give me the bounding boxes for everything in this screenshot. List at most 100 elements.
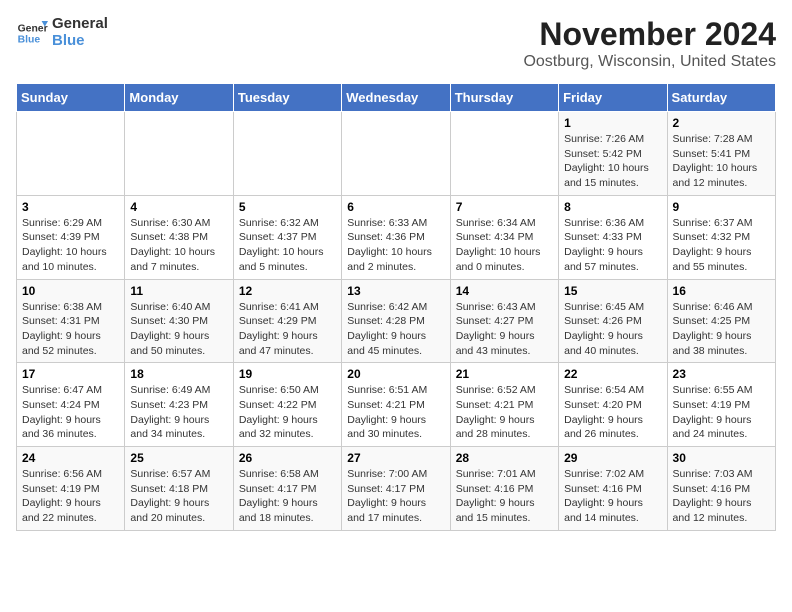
day-number: 20 — [347, 367, 444, 381]
calendar-cell: 14Sunrise: 6:43 AM Sunset: 4:27 PM Dayli… — [450, 279, 558, 363]
day-number: 12 — [239, 284, 336, 298]
header-cell-friday: Friday — [559, 84, 667, 112]
day-info: Sunrise: 6:40 AM Sunset: 4:30 PM Dayligh… — [130, 300, 227, 359]
logo: General Blue General Blue — [16, 16, 108, 49]
calendar-cell: 26 Sunrise: 6:58 AM Sunset: 4:17 PM Dayli… — [233, 447, 341, 531]
calendar-cell: 2Sunrise: 7:28 AM Sunset: 5:41 PM Daylig… — [667, 112, 775, 196]
day-number: 25 — [130, 451, 227, 465]
logo-line2: Blue — [52, 33, 108, 50]
subtitle: Oostburg, Wisconsin, United States — [523, 53, 776, 71]
calendar-cell: 9 Sunrise: 6:37 AM Sunset: 4:32 PM Daylig… — [667, 195, 775, 279]
calendar-week-4: 17 Sunrise: 6:47 AM Sunset: 4:24 PM Dayli… — [17, 363, 776, 447]
header-row: SundayMondayTuesdayWednesdayThursdayFrid… — [17, 84, 776, 112]
day-info: Sunrise: 7:02 AM Sunset: 4:16 PM Dayligh… — [564, 467, 661, 526]
calendar-table: SundayMondayTuesdayWednesdayThursdayFrid… — [16, 83, 776, 531]
day-info: Sunrise: 6:54 AM Sunset: 4:20 PM Dayligh… — [564, 383, 661, 442]
day-info: Sunrise: 6:45 AM Sunset: 4:26 PM Dayligh… — [564, 300, 661, 359]
day-info: Sunrise: 6:36 AM Sunset: 4:33 PM Dayligh… — [564, 216, 661, 275]
header-cell-saturday: Saturday — [667, 84, 775, 112]
day-info: Sunrise: 7:01 AM Sunset: 4:16 PM Dayligh… — [456, 467, 553, 526]
header-cell-monday: Monday — [125, 84, 233, 112]
day-info: Sunrise: 6:57 AM Sunset: 4:18 PM Dayligh… — [130, 467, 227, 526]
day-number: 21 — [456, 367, 553, 381]
day-number: 13 — [347, 284, 444, 298]
title-section: November 2024 Oostburg, Wisconsin, Unite… — [523, 16, 776, 71]
calendar-cell — [233, 112, 341, 196]
svg-text:Blue: Blue — [18, 34, 41, 45]
day-number: 19 — [239, 367, 336, 381]
calendar-cell: 25 Sunrise: 6:57 AM Sunset: 4:18 PM Dayli… — [125, 447, 233, 531]
day-info: Sunrise: 6:47 AM Sunset: 4:24 PM Dayligh… — [22, 383, 119, 442]
calendar-cell — [450, 112, 558, 196]
calendar-cell: 16 Sunrise: 6:46 AM Sunset: 4:25 PM Dayli… — [667, 279, 775, 363]
day-info: Sunrise: 6:50 AM Sunset: 4:22 PM Dayligh… — [239, 383, 336, 442]
calendar-cell: 23Sunrise: 6:55 AM Sunset: 4:19 PM Dayli… — [667, 363, 775, 447]
day-number: 16 — [673, 284, 770, 298]
calendar-header: SundayMondayTuesdayWednesdayThursdayFrid… — [17, 84, 776, 112]
day-info: Sunrise: 6:32 AM Sunset: 4:37 PM Dayligh… — [239, 216, 336, 275]
calendar-cell: 20 Sunrise: 6:51 AM Sunset: 4:21 PM Dayli… — [342, 363, 450, 447]
day-number: 3 — [22, 200, 119, 214]
day-info: Sunrise: 7:26 AM Sunset: 5:42 PM Dayligh… — [564, 132, 661, 191]
calendar-cell — [125, 112, 233, 196]
day-number: 22 — [564, 367, 661, 381]
header-cell-thursday: Thursday — [450, 84, 558, 112]
calendar-cell: 27 Sunrise: 7:00 AM Sunset: 4:17 PM Dayli… — [342, 447, 450, 531]
calendar-week-5: 24 Sunrise: 6:56 AM Sunset: 4:19 PM Dayli… — [17, 447, 776, 531]
day-info: Sunrise: 6:49 AM Sunset: 4:23 PM Dayligh… — [130, 383, 227, 442]
day-number: 7 — [456, 200, 553, 214]
day-number: 9 — [673, 200, 770, 214]
calendar-cell: 5 Sunrise: 6:32 AM Sunset: 4:37 PM Daylig… — [233, 195, 341, 279]
day-number: 24 — [22, 451, 119, 465]
calendar-cell: 30 Sunrise: 7:03 AM Sunset: 4:16 PM Dayli… — [667, 447, 775, 531]
day-number: 26 — [239, 451, 336, 465]
day-number: 27 — [347, 451, 444, 465]
day-number: 30 — [673, 451, 770, 465]
calendar-cell: 29 Sunrise: 7:02 AM Sunset: 4:16 PM Dayli… — [559, 447, 667, 531]
calendar-cell: 22 Sunrise: 6:54 AM Sunset: 4:20 PM Dayli… — [559, 363, 667, 447]
day-number: 17 — [22, 367, 119, 381]
calendar-cell: 18Sunrise: 6:49 AM Sunset: 4:23 PM Dayli… — [125, 363, 233, 447]
calendar-cell: 28 Sunrise: 7:01 AM Sunset: 4:16 PM Dayli… — [450, 447, 558, 531]
day-info: Sunrise: 6:46 AM Sunset: 4:25 PM Dayligh… — [673, 300, 770, 359]
day-info: Sunrise: 6:58 AM Sunset: 4:17 PM Dayligh… — [239, 467, 336, 526]
day-number: 4 — [130, 200, 227, 214]
day-info: Sunrise: 6:29 AM Sunset: 4:39 PM Dayligh… — [22, 216, 119, 275]
calendar-cell: 11 Sunrise: 6:40 AM Sunset: 4:30 PM Dayli… — [125, 279, 233, 363]
header-cell-sunday: Sunday — [17, 84, 125, 112]
header-cell-wednesday: Wednesday — [342, 84, 450, 112]
calendar-cell: 15 Sunrise: 6:45 AM Sunset: 4:26 PM Dayli… — [559, 279, 667, 363]
day-info: Sunrise: 7:00 AM Sunset: 4:17 PM Dayligh… — [347, 467, 444, 526]
calendar-cell: 1Sunrise: 7:26 AM Sunset: 5:42 PM Daylig… — [559, 112, 667, 196]
day-number: 15 — [564, 284, 661, 298]
day-number: 29 — [564, 451, 661, 465]
day-number: 6 — [347, 200, 444, 214]
logo-line1: General — [52, 16, 108, 33]
calendar-week-2: 3 Sunrise: 6:29 AM Sunset: 4:39 PM Daylig… — [17, 195, 776, 279]
day-info: Sunrise: 7:03 AM Sunset: 4:16 PM Dayligh… — [673, 467, 770, 526]
day-number: 2 — [673, 116, 770, 130]
calendar-cell: 7Sunrise: 6:34 AM Sunset: 4:34 PM Daylig… — [450, 195, 558, 279]
day-info: Sunrise: 6:56 AM Sunset: 4:19 PM Dayligh… — [22, 467, 119, 526]
calendar-cell: 19 Sunrise: 6:50 AM Sunset: 4:22 PM Dayli… — [233, 363, 341, 447]
day-info: Sunrise: 6:42 AM Sunset: 4:28 PM Dayligh… — [347, 300, 444, 359]
calendar-week-3: 10Sunrise: 6:38 AM Sunset: 4:31 PM Dayli… — [17, 279, 776, 363]
calendar-cell: 12Sunrise: 6:41 AM Sunset: 4:29 PM Dayli… — [233, 279, 341, 363]
day-info: Sunrise: 6:51 AM Sunset: 4:21 PM Dayligh… — [347, 383, 444, 442]
calendar-cell: 6 Sunrise: 6:33 AM Sunset: 4:36 PM Daylig… — [342, 195, 450, 279]
calendar-cell: 4 Sunrise: 6:30 AM Sunset: 4:38 PM Daylig… — [125, 195, 233, 279]
day-info: Sunrise: 6:37 AM Sunset: 4:32 PM Dayligh… — [673, 216, 770, 275]
calendar-cell: 8Sunrise: 6:36 AM Sunset: 4:33 PM Daylig… — [559, 195, 667, 279]
day-number: 28 — [456, 451, 553, 465]
logo-icon: General Blue — [16, 17, 48, 49]
day-info: Sunrise: 6:30 AM Sunset: 4:38 PM Dayligh… — [130, 216, 227, 275]
calendar-week-1: 1Sunrise: 7:26 AM Sunset: 5:42 PM Daylig… — [17, 112, 776, 196]
day-info: Sunrise: 6:55 AM Sunset: 4:19 PM Dayligh… — [673, 383, 770, 442]
day-number: 11 — [130, 284, 227, 298]
day-info: Sunrise: 6:33 AM Sunset: 4:36 PM Dayligh… — [347, 216, 444, 275]
day-info: Sunrise: 6:38 AM Sunset: 4:31 PM Dayligh… — [22, 300, 119, 359]
day-number: 5 — [239, 200, 336, 214]
calendar-cell: 3 Sunrise: 6:29 AM Sunset: 4:39 PM Daylig… — [17, 195, 125, 279]
header-cell-tuesday: Tuesday — [233, 84, 341, 112]
calendar-cell — [342, 112, 450, 196]
